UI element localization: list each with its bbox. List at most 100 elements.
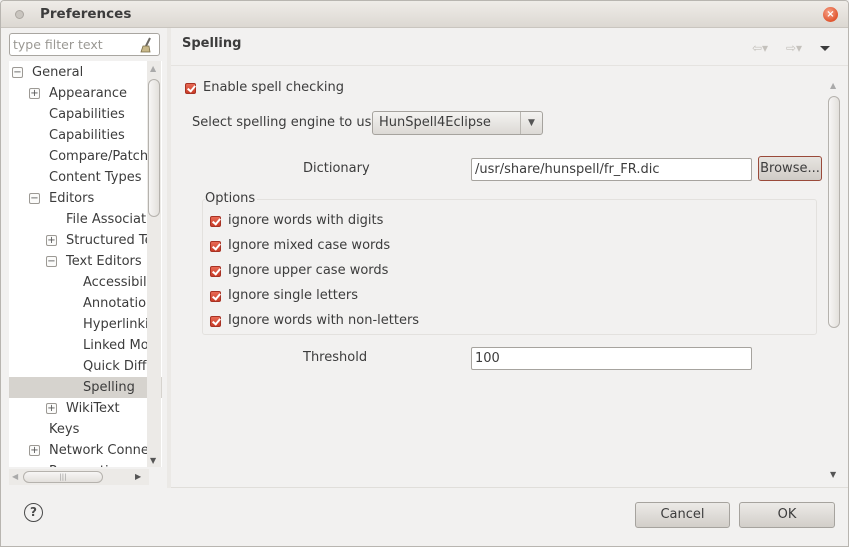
- threshold-input[interactable]: [475, 350, 748, 367]
- window-title: Preferences: [40, 6, 132, 22]
- tree-item[interactable]: + WikiText: [9, 398, 162, 419]
- option-checkbox[interactable]: [210, 216, 221, 227]
- filter-input[interactable]: [13, 36, 138, 53]
- tree-item-label: Structured Te: [66, 233, 153, 248]
- tree-item-label: Capabilities: [49, 107, 125, 122]
- engine-select[interactable]: HunSpell4Eclipse ▼: [372, 111, 543, 135]
- tree-item[interactable]: + Structured Te: [9, 230, 162, 251]
- threshold-field[interactable]: [471, 347, 752, 370]
- cancel-button[interactable]: Cancel: [635, 502, 730, 528]
- enable-spell-label: Enable spell checking: [203, 80, 344, 95]
- divider: [171, 487, 848, 488]
- view-menu-icon[interactable]: [820, 46, 830, 51]
- tree-item-label: Accessibili: [83, 275, 151, 290]
- tree-item-label: Linked Mo: [83, 338, 149, 353]
- scroll-down-arrow-icon[interactable]: ▼: [150, 456, 156, 465]
- forward-icon[interactable]: ⇨▾: [786, 41, 802, 55]
- option-label: Ignore single letters: [228, 288, 359, 303]
- option-label: ignore words with digits: [228, 213, 384, 228]
- page-title: Spelling: [182, 36, 242, 51]
- option-checkbox[interactable]: [210, 266, 221, 277]
- scrollbar-thumb[interactable]: |||: [23, 471, 103, 483]
- tree-item-label: Compare/Patch: [49, 149, 149, 164]
- tree-item[interactable]: − Text Editors: [9, 251, 162, 272]
- scrollbar-thumb[interactable]: [828, 96, 840, 328]
- tree-item[interactable]: + Network Connec: [9, 440, 162, 461]
- panel-sash[interactable]: [167, 28, 171, 488]
- scroll-up-arrow-icon[interactable]: ▲: [830, 81, 836, 90]
- collapse-icon[interactable]: −: [29, 193, 40, 204]
- tree-vertical-scrollbar[interactable]: ▲ ▼: [147, 61, 161, 467]
- browse-button[interactable]: Browse...: [758, 156, 822, 181]
- ok-button[interactable]: OK: [739, 502, 835, 528]
- filter-field[interactable]: [9, 33, 160, 56]
- tree-item-label: Network Connec: [49, 443, 157, 458]
- tree-item[interactable]: Linked Mo: [9, 335, 162, 356]
- dictionary-input[interactable]: [475, 161, 748, 178]
- engine-select-value: HunSpell4Eclipse: [379, 115, 491, 130]
- tree-item[interactable]: Capabilities: [9, 104, 162, 125]
- tree-item-label: Content Types: [49, 170, 142, 185]
- tree-item-label: Quick Diff: [83, 359, 147, 374]
- scrollbar-thumb[interactable]: [148, 79, 160, 217]
- tree-item-label: Text Editors: [66, 254, 142, 269]
- tree-item[interactable]: Annotation: [9, 293, 162, 314]
- dictionary-field[interactable]: [471, 158, 752, 181]
- option-label: Ignore words with non-letters: [228, 313, 420, 328]
- threshold-label: Threshold: [303, 350, 368, 365]
- clear-filter-icon[interactable]: [140, 37, 154, 53]
- preference-tree[interactable]: − General + Appearance Capabilities Capabilit…: [9, 61, 162, 467]
- scroll-down-arrow-icon[interactable]: ▼: [830, 470, 836, 479]
- tree-item[interactable]: Hyperlinki: [9, 314, 162, 335]
- tree-item[interactable]: − General: [9, 62, 162, 83]
- tree-horizontal-scrollbar[interactable]: ◀ ||| ▶: [9, 469, 149, 485]
- tree-item-label: Perspectives: [49, 461, 131, 467]
- close-icon[interactable]: ×: [823, 7, 838, 22]
- tree-item[interactable]: Content Types: [9, 167, 162, 188]
- back-icon[interactable]: ⇦▾: [752, 41, 768, 55]
- engine-label: Select spelling engine to use:: [192, 115, 384, 130]
- collapse-icon[interactable]: −: [12, 67, 23, 78]
- expand-icon[interactable]: +: [29, 445, 40, 456]
- option-label: Ignore mixed case words: [228, 238, 391, 253]
- expand-icon[interactable]: +: [46, 235, 57, 246]
- tree-item[interactable]: File Associati: [9, 209, 162, 230]
- dictionary-label: Dictionary: [303, 161, 370, 176]
- scroll-left-arrow-icon[interactable]: ◀: [12, 472, 18, 481]
- option-checkbox[interactable]: [210, 316, 221, 327]
- tree-item-label: Hyperlinki: [83, 317, 149, 332]
- tree-item[interactable]: Spelling: [9, 377, 162, 398]
- tree-item[interactable]: Compare/Patch: [9, 146, 162, 167]
- help-icon[interactable]: ?: [24, 503, 43, 522]
- scroll-up-arrow-icon[interactable]: ▲: [150, 64, 156, 73]
- option-checkbox[interactable]: [210, 291, 221, 302]
- tree-item[interactable]: Perspectives: [9, 461, 162, 467]
- tree-item[interactable]: + Appearance: [9, 83, 162, 104]
- tree-item-label: Appearance: [49, 86, 128, 101]
- tree-item-label: Annotation: [83, 296, 155, 311]
- title-bar: Preferences ×: [1, 1, 848, 28]
- option-checkbox[interactable]: [210, 241, 221, 252]
- expand-icon[interactable]: +: [46, 403, 57, 414]
- divider: [171, 65, 848, 66]
- tree-item[interactable]: Accessibili: [9, 272, 162, 293]
- tree-item-label: Keys: [49, 422, 80, 437]
- tree-item-label: General: [32, 65, 84, 80]
- option-label: Ignore upper case words: [228, 263, 389, 278]
- options-group-label: Options: [205, 191, 258, 206]
- tree-item-label: File Associati: [66, 212, 150, 227]
- tree-item[interactable]: Quick Diff: [9, 356, 162, 377]
- tree-item[interactable]: Capabilities: [9, 125, 162, 146]
- scroll-right-arrow-icon[interactable]: ▶: [135, 472, 141, 481]
- page-vertical-scrollbar[interactable]: ▲ ▼: [827, 81, 841, 479]
- window-menu-icon[interactable]: [15, 10, 24, 19]
- tree-item-label: Editors: [49, 191, 95, 206]
- tree-item-label: Spelling: [83, 380, 135, 395]
- preferences-window: Preferences × −General+AppearanceCapabil…: [0, 0, 849, 547]
- chevron-down-icon[interactable]: ▼: [520, 112, 542, 134]
- enable-spell-checkbox[interactable]: [185, 83, 196, 94]
- collapse-icon[interactable]: −: [46, 256, 57, 267]
- tree-item[interactable]: − Editors: [9, 188, 162, 209]
- tree-item[interactable]: Keys: [9, 419, 162, 440]
- expand-icon[interactable]: +: [29, 88, 40, 99]
